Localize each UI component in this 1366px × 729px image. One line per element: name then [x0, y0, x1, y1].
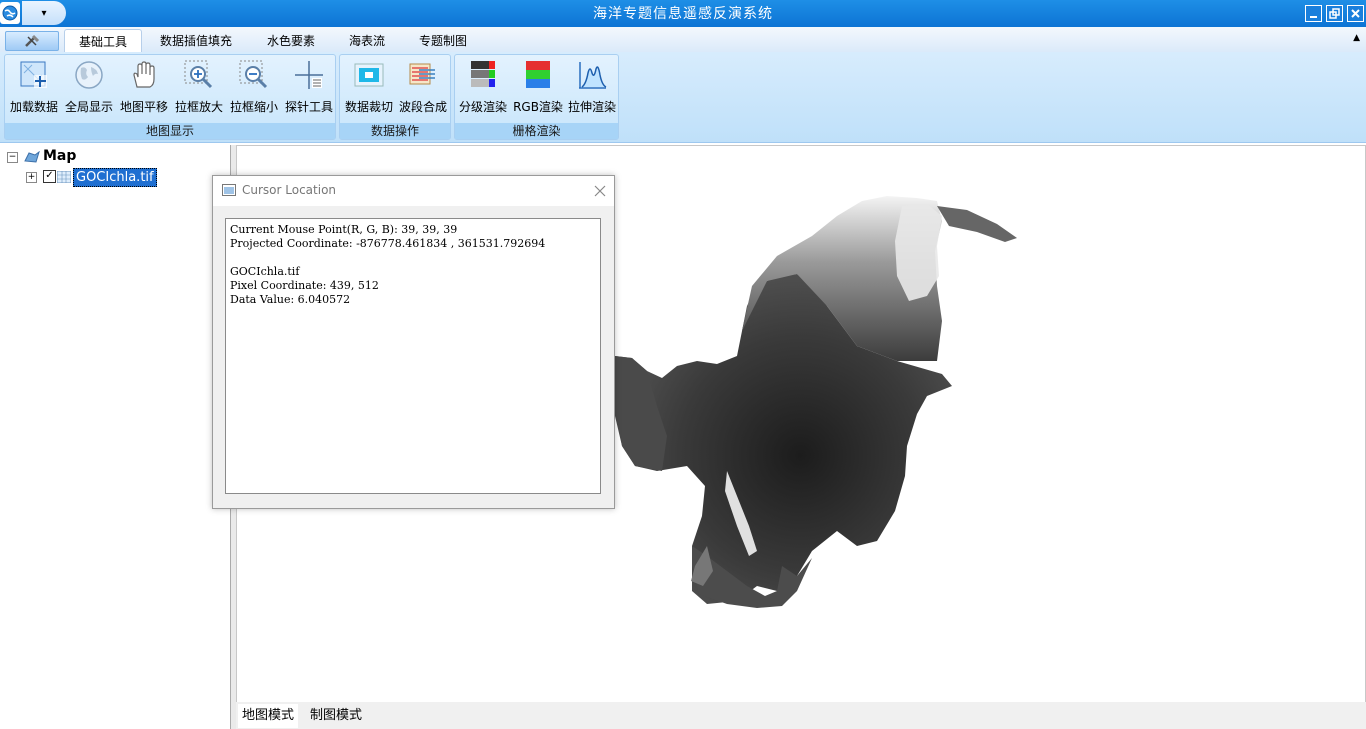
raster-layer-icon	[57, 171, 71, 183]
window-title: 海洋专题信息遥感反演系统	[593, 6, 773, 22]
full-extent-button[interactable]: 全局显示	[62, 57, 116, 115]
ribbon: 加载数据 全局显示 地图平移 拉框放大 拉框缩小 探针工具 地图显示 数据裁切	[0, 52, 1366, 143]
tab-basic-tools[interactable]: 基础工具	[64, 29, 142, 53]
tab-layout-mode[interactable]: 制图模式	[306, 704, 366, 728]
globe-icon	[75, 61, 103, 89]
map-icon	[24, 151, 40, 163]
rgb-render-icon	[526, 61, 550, 88]
rgb-render-button[interactable]: RGB渲染	[511, 57, 565, 115]
crosshair-icon	[295, 61, 323, 89]
pan-button[interactable]: 地图平移	[117, 57, 171, 115]
close-button[interactable]	[1347, 5, 1364, 22]
clip-icon	[354, 63, 384, 87]
zoom-out-icon	[239, 60, 268, 89]
layer-tree-panel: − Map + ✓ GOCIchla.tif	[0, 145, 231, 729]
zoom-in-box-button[interactable]: 拉框放大	[172, 57, 226, 115]
group-label-raster-render: 栅格渲染	[455, 123, 618, 139]
data-value-readout: Data Value: 6.040572	[230, 293, 351, 306]
rgb-readout: Current Mouse Point(R, G, B): 39, 39, 39	[230, 223, 458, 236]
layer-name-readout: GOCIchla.tif	[230, 265, 300, 278]
title-bar: ▾ 海洋专题信息遥感反演系统	[0, 0, 1366, 27]
cursor-location-dialog: Cursor Location Current Mouse Point(R, G…	[212, 175, 615, 509]
tab-ocean-color[interactable]: 水色要素	[256, 29, 326, 52]
tools-icon	[25, 34, 40, 47]
dialog-close-icon[interactable]	[594, 185, 606, 197]
collapse-node-icon[interactable]: −	[7, 152, 18, 163]
group-map-display: 加载数据 全局显示 地图平移 拉框放大 拉框缩小 探针工具 地图显示	[4, 54, 336, 140]
tab-thematic-mapping[interactable]: 专题制图	[410, 29, 476, 52]
tab-interpolation[interactable]: 数据插值填充	[152, 29, 240, 52]
minimize-button[interactable]	[1305, 5, 1322, 22]
classified-render-icon	[471, 61, 495, 87]
group-data-operation: 数据裁切 波段合成 数据操作	[339, 54, 451, 140]
classified-render-button[interactable]: 分级渲染	[456, 57, 510, 115]
dialog-title: Cursor Location	[242, 183, 337, 197]
load-data-button[interactable]: 加载数据	[7, 57, 61, 115]
hand-icon	[133, 61, 155, 88]
band-composite-button[interactable]: 波段合成	[396, 57, 450, 115]
group-label-map-display: 地图显示	[5, 123, 335, 139]
projected-coordinate-readout: Projected Coordinate: -876778.461834 , 3…	[230, 237, 546, 250]
layer-name-selected[interactable]: GOCIchla.tif	[73, 168, 157, 187]
stretch-render-button[interactable]: 拉伸渲染	[565, 57, 619, 115]
tab-sea-surface-current[interactable]: 海表流	[340, 29, 394, 52]
layer-visibility-checkbox[interactable]: ✓	[43, 170, 56, 183]
group-label-data-operation: 数据操作	[340, 123, 450, 139]
pixel-coordinate-readout: Pixel Coordinate: 439, 512	[230, 279, 379, 292]
load-data-icon	[20, 61, 47, 88]
tab-map-mode[interactable]: 地图模式	[238, 704, 299, 728]
band-composite-icon	[409, 63, 435, 85]
data-clip-button[interactable]: 数据裁切	[342, 57, 396, 115]
ribbon-tab-row: 基础工具 数据插值填充 水色要素 海表流 专题制图 ▲	[0, 27, 1366, 53]
expand-node-icon[interactable]: +	[26, 172, 37, 183]
collapse-ribbon-icon[interactable]: ▲	[1353, 33, 1360, 43]
window-icon	[222, 184, 236, 196]
bottom-tab-strip: 地图模式 制图模式	[236, 702, 1366, 729]
zoom-out-box-button[interactable]: 拉框缩小	[227, 57, 281, 115]
zoom-in-icon	[184, 60, 213, 89]
group-raster-render: 分级渲染 RGB渲染 拉伸渲染 栅格渲染	[454, 54, 619, 140]
histogram-icon	[579, 62, 607, 89]
cursor-info-text-area[interactable]: Current Mouse Point(R, G, B): 39, 39, 39…	[225, 218, 601, 494]
probe-tool-button[interactable]: 探针工具	[282, 57, 336, 115]
tree-root-label[interactable]: Map	[43, 148, 76, 164]
dialog-title-bar[interactable]: Cursor Location	[213, 176, 614, 206]
restore-button[interactable]	[1326, 5, 1343, 22]
application-menu-button[interactable]	[5, 31, 59, 51]
